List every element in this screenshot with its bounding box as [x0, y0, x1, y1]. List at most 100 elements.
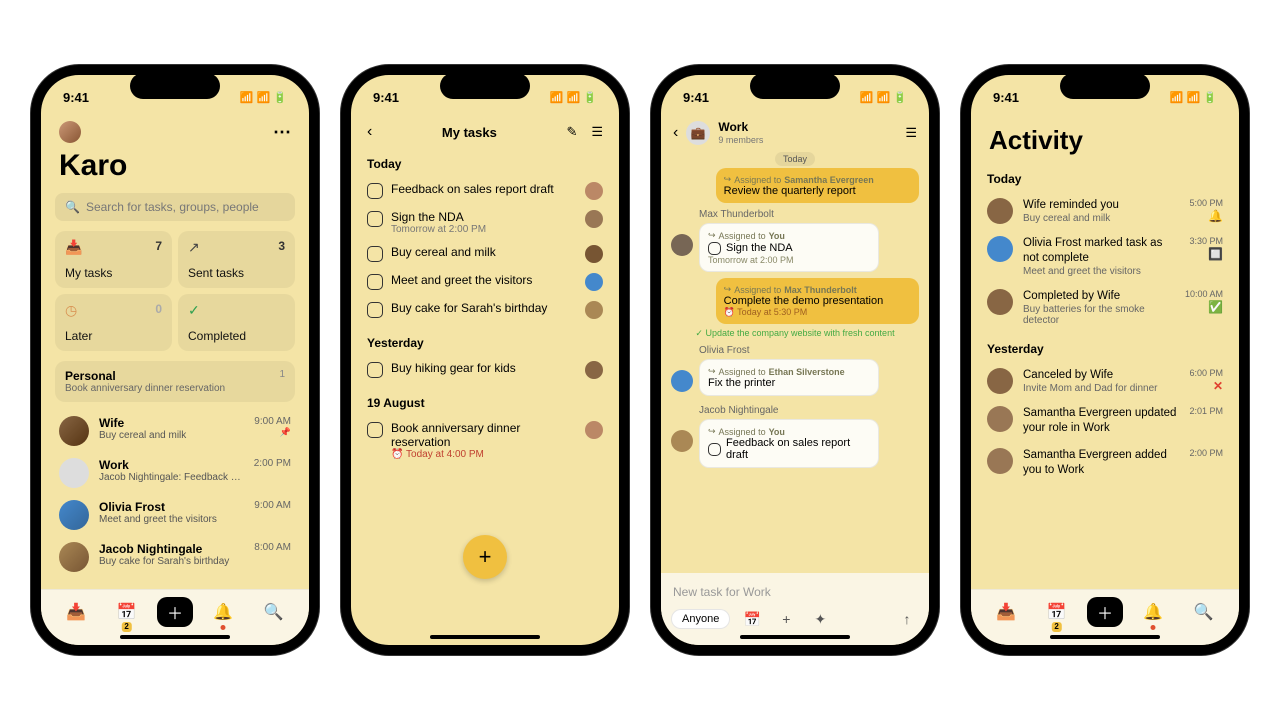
send-icon[interactable]: ↑: [895, 607, 919, 631]
check-icon: ✓: [188, 302, 285, 319]
convo-sub: Buy cake for Sarah's birthday: [99, 556, 244, 567]
filter-icon[interactable]: ☰: [905, 125, 917, 141]
back-icon[interactable]: ‹: [673, 124, 678, 142]
task-row[interactable]: Meet and greet the visitors: [365, 268, 605, 296]
message-bubble[interactable]: ↪Assigned to You Sign the NDA Tomorrow a…: [699, 223, 879, 272]
send-icon: ↗: [188, 239, 285, 256]
tab-add[interactable]: ＋: [1087, 597, 1123, 627]
notch: [750, 73, 840, 99]
sender-name: Olivia Frost: [699, 345, 919, 356]
status-time: 9:41: [63, 90, 89, 105]
tab-search[interactable]: 🔍: [1184, 594, 1224, 630]
plus-icon[interactable]: +: [774, 607, 798, 631]
activity-row[interactable]: Canceled by WifeInvite Mom and Dad for d…: [985, 362, 1225, 400]
message-bubble[interactable]: ↪Assigned to Max Thunderbolt Complete th…: [716, 278, 919, 324]
tab-calendar[interactable]: 📅2: [107, 594, 147, 630]
checkbox[interactable]: [367, 274, 383, 290]
task-row[interactable]: Buy cake for Sarah's birthday: [365, 296, 605, 324]
convo-time: 2:00 PM: [254, 458, 291, 469]
calendar-icon[interactable]: 📅: [740, 607, 764, 631]
section-header: 19 August: [365, 390, 605, 416]
fab-add[interactable]: +: [463, 535, 507, 579]
activity-row[interactable]: Completed by WifeBuy batteries for the s…: [985, 283, 1225, 332]
composer-input[interactable]: New task for Work: [671, 581, 919, 607]
tile-label: Sent tasks: [188, 266, 285, 280]
avatar: [987, 289, 1013, 315]
task-title: Feedback on sales report draft: [391, 182, 577, 196]
conversation-row[interactable]: Wife Buy cereal and milk 9:00 AM 📌: [55, 410, 295, 452]
activity-row[interactable]: Wife reminded youBuy cereal and milk 5:0…: [985, 192, 1225, 230]
message-bubble[interactable]: ↪Assigned to You Feedback on sales repor…: [699, 419, 879, 468]
section-header: Yesterday: [365, 330, 605, 356]
task-title: Sign the NDA: [726, 242, 793, 254]
edit-icon[interactable]: ✎: [566, 124, 577, 140]
task-title: Buy cake for Sarah's birthday: [391, 301, 577, 315]
checkbox[interactable]: [367, 362, 383, 378]
tab-add[interactable]: ＋: [157, 597, 193, 627]
convo-time: 8:00 AM: [254, 542, 291, 553]
activity-title: Canceled by Wife: [1023, 368, 1179, 383]
search-input[interactable]: 🔍 Search for tasks, groups, people: [55, 193, 295, 221]
activity-row[interactable]: Olivia Frost marked task as not complete…: [985, 230, 1225, 283]
checkbox[interactable]: [367, 246, 383, 262]
tile-sent-tasks[interactable]: ↗ 3 Sent tasks: [178, 231, 295, 288]
conversation-row[interactable]: Work Jacob Nightingale: Feedback on sale…: [55, 452, 295, 494]
more-icon[interactable]: ⋯: [273, 122, 291, 143]
checkbox[interactable]: [708, 443, 721, 456]
task-title: Buy cereal and milk: [391, 245, 577, 259]
tile-my-tasks[interactable]: 📥 7 My tasks: [55, 231, 172, 288]
activity-title: Completed by Wife: [1023, 289, 1175, 304]
tab-inbox[interactable]: 📥: [986, 594, 1026, 630]
tab-activity[interactable]: 🔔: [1133, 594, 1173, 630]
convo-time: 9:00 AM: [254, 500, 291, 511]
activity-title: Olivia Frost marked task as not complete: [1023, 236, 1179, 266]
home-indicator: [430, 635, 540, 639]
task-title: Feedback on sales report draft: [726, 437, 870, 461]
group-avatar[interactable]: 💼: [686, 121, 710, 145]
activity-row[interactable]: Samantha Evergreen added you to Work 2:0…: [985, 442, 1225, 484]
checkbox[interactable]: [367, 211, 383, 227]
task-row[interactable]: Book anniversary dinner reservation⏰ Tod…: [365, 416, 605, 465]
personal-section[interactable]: Personal Book anniversary dinner reserva…: [55, 361, 295, 402]
cancel-icon: ✕: [1189, 380, 1223, 392]
checkbox[interactable]: [367, 422, 383, 438]
conversation-row[interactable]: Olivia Frost Meet and greet the visitors…: [55, 494, 295, 536]
checkbox[interactable]: [367, 183, 383, 199]
phone-tasks: 9:41 📶 📶 🔋 ‹ My tasks ✎ ☰ Today Feedback…: [341, 65, 629, 655]
chat-title: Work: [718, 121, 763, 134]
forward-icon: ↪: [708, 426, 716, 437]
activity-row[interactable]: Samantha Evergreen updated your role in …: [985, 400, 1225, 442]
conversation-row[interactable]: Jacob Nightingale Buy cake for Sarah's b…: [55, 536, 295, 578]
activity-time: 5:00 PM: [1189, 198, 1223, 208]
avatar: [987, 236, 1013, 262]
message-bubble[interactable]: ↪Assigned to Ethan Silverstone Fix the p…: [699, 359, 879, 396]
status-indicators: 📶 📶 🔋: [1170, 91, 1217, 104]
assignee-chip[interactable]: Anyone: [671, 609, 730, 629]
back-icon[interactable]: ‹: [367, 123, 372, 141]
task-row[interactable]: Buy hiking gear for kids: [365, 356, 605, 384]
task-row[interactable]: Feedback on sales report draft: [365, 177, 605, 205]
tile-completed[interactable]: ✓ Completed: [178, 294, 295, 351]
tab-calendar[interactable]: 📅2: [1037, 594, 1077, 630]
task-sub: Tomorrow at 2:00 PM: [391, 224, 577, 235]
section-header: Yesterday: [985, 336, 1225, 362]
checkbox[interactable]: [367, 302, 383, 318]
message-bubble[interactable]: ↪Assigned to Samantha Evergreen Review t…: [716, 168, 919, 203]
tile-count: 7: [155, 239, 162, 253]
checkbox[interactable]: [708, 242, 721, 255]
tab-activity[interactable]: 🔔: [203, 594, 243, 630]
avatar: [59, 500, 89, 530]
phone-chat: 9:41 📶 📶 🔋 ‹ 💼 Work 9 members ☰ Today ↪A…: [651, 65, 939, 655]
task-title: Complete the demo presentation: [724, 295, 911, 307]
task-row[interactable]: Buy cereal and milk: [365, 240, 605, 268]
tab-badge: 2: [121, 622, 131, 632]
filter-icon[interactable]: ☰: [591, 124, 603, 140]
tile-later[interactable]: ◷ 0 Later: [55, 294, 172, 351]
sparkle-icon[interactable]: ✦: [808, 607, 832, 631]
task-row[interactable]: Sign the NDATomorrow at 2:00 PM: [365, 205, 605, 240]
chat-subtitle: 9 members: [718, 135, 763, 145]
tab-badge: 2: [1051, 622, 1061, 632]
profile-avatar[interactable]: [59, 121, 81, 143]
tab-search[interactable]: 🔍: [254, 594, 294, 630]
tab-inbox[interactable]: 📥: [56, 594, 96, 630]
